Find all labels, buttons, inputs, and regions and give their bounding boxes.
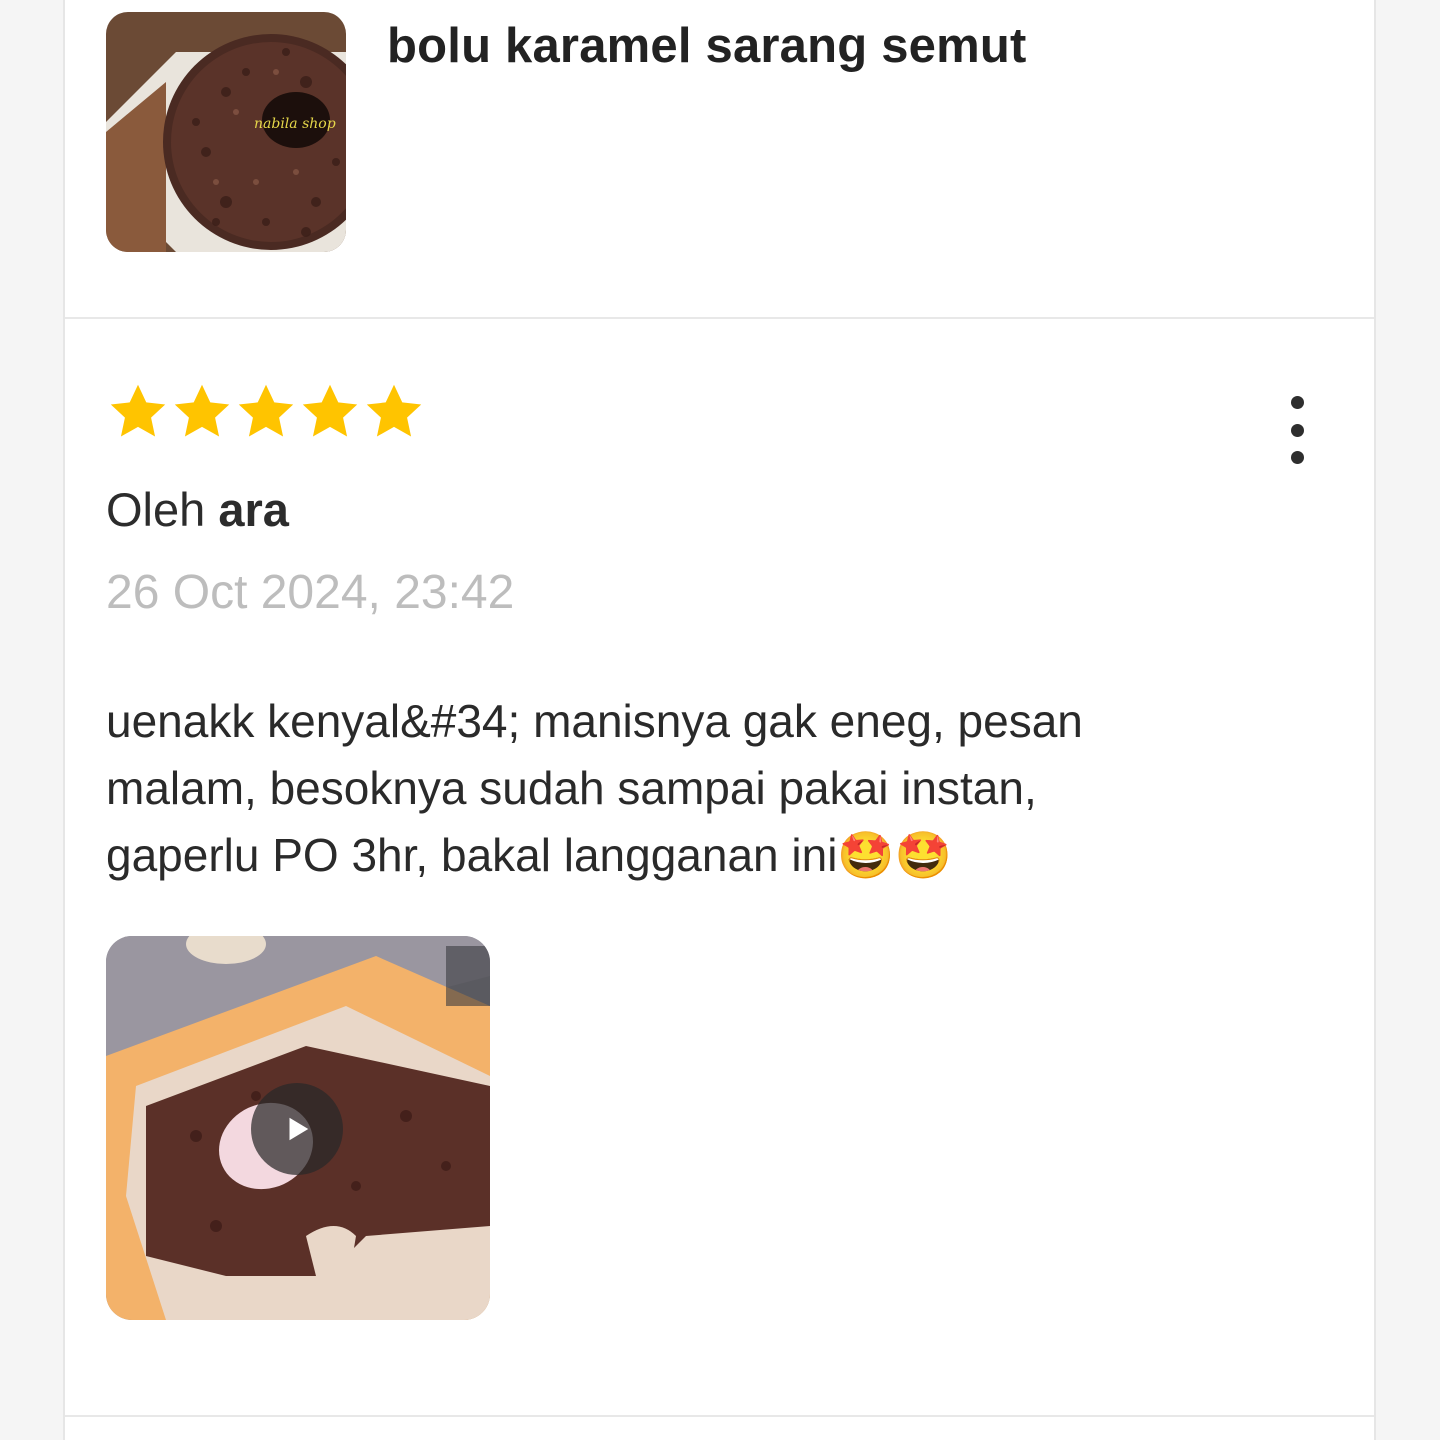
product-thumbnail[interactable]: nabila shop xyxy=(106,12,346,252)
reviewer-byline: Oleh ara xyxy=(106,482,289,537)
divider xyxy=(65,1415,1374,1417)
play-icon xyxy=(289,1117,309,1141)
more-vertical-icon-dot xyxy=(1290,451,1304,464)
svg-text:nabila shop: nabila shop xyxy=(254,116,336,132)
star-icon xyxy=(238,384,294,437)
star-icon xyxy=(174,384,230,437)
more-vertical-icon xyxy=(1290,396,1304,409)
review-text-line: malam, besoknya sudah sampai pakai insta… xyxy=(106,762,1037,814)
reviewer-name: ara xyxy=(218,483,289,536)
review-text: uenakk kenyal&#34; manisnya gak eneg, pe… xyxy=(106,688,1286,889)
product-section: nabila shop bolu karamel sarang semut xyxy=(65,0,1374,319)
star-icon xyxy=(302,384,358,437)
more-vertical-icon-dot xyxy=(1290,423,1304,437)
more-options-button[interactable] xyxy=(1275,390,1319,470)
review-video-thumbnail[interactable] xyxy=(106,936,490,1320)
star-icon xyxy=(366,384,422,437)
review-text-line: gaperlu PO 3hr, bakal langganan ini🤩🤩 xyxy=(106,829,952,881)
review-text-line: uenakk kenyal&#34; manisnya gak eneg, pe… xyxy=(106,695,1083,747)
star-icon xyxy=(110,384,166,437)
byline-prefix: Oleh xyxy=(106,483,219,536)
rating-stars xyxy=(106,380,426,444)
review-date: 26 Oct 2024, 23:42 xyxy=(106,566,515,619)
play-button[interactable] xyxy=(251,1083,343,1175)
product-title[interactable]: bolu karamel sarang semut xyxy=(387,18,1027,74)
review-card: nabila shop bolu karamel sarang semut Ol… xyxy=(63,0,1376,1440)
cake-image: nabila shop xyxy=(106,12,346,252)
